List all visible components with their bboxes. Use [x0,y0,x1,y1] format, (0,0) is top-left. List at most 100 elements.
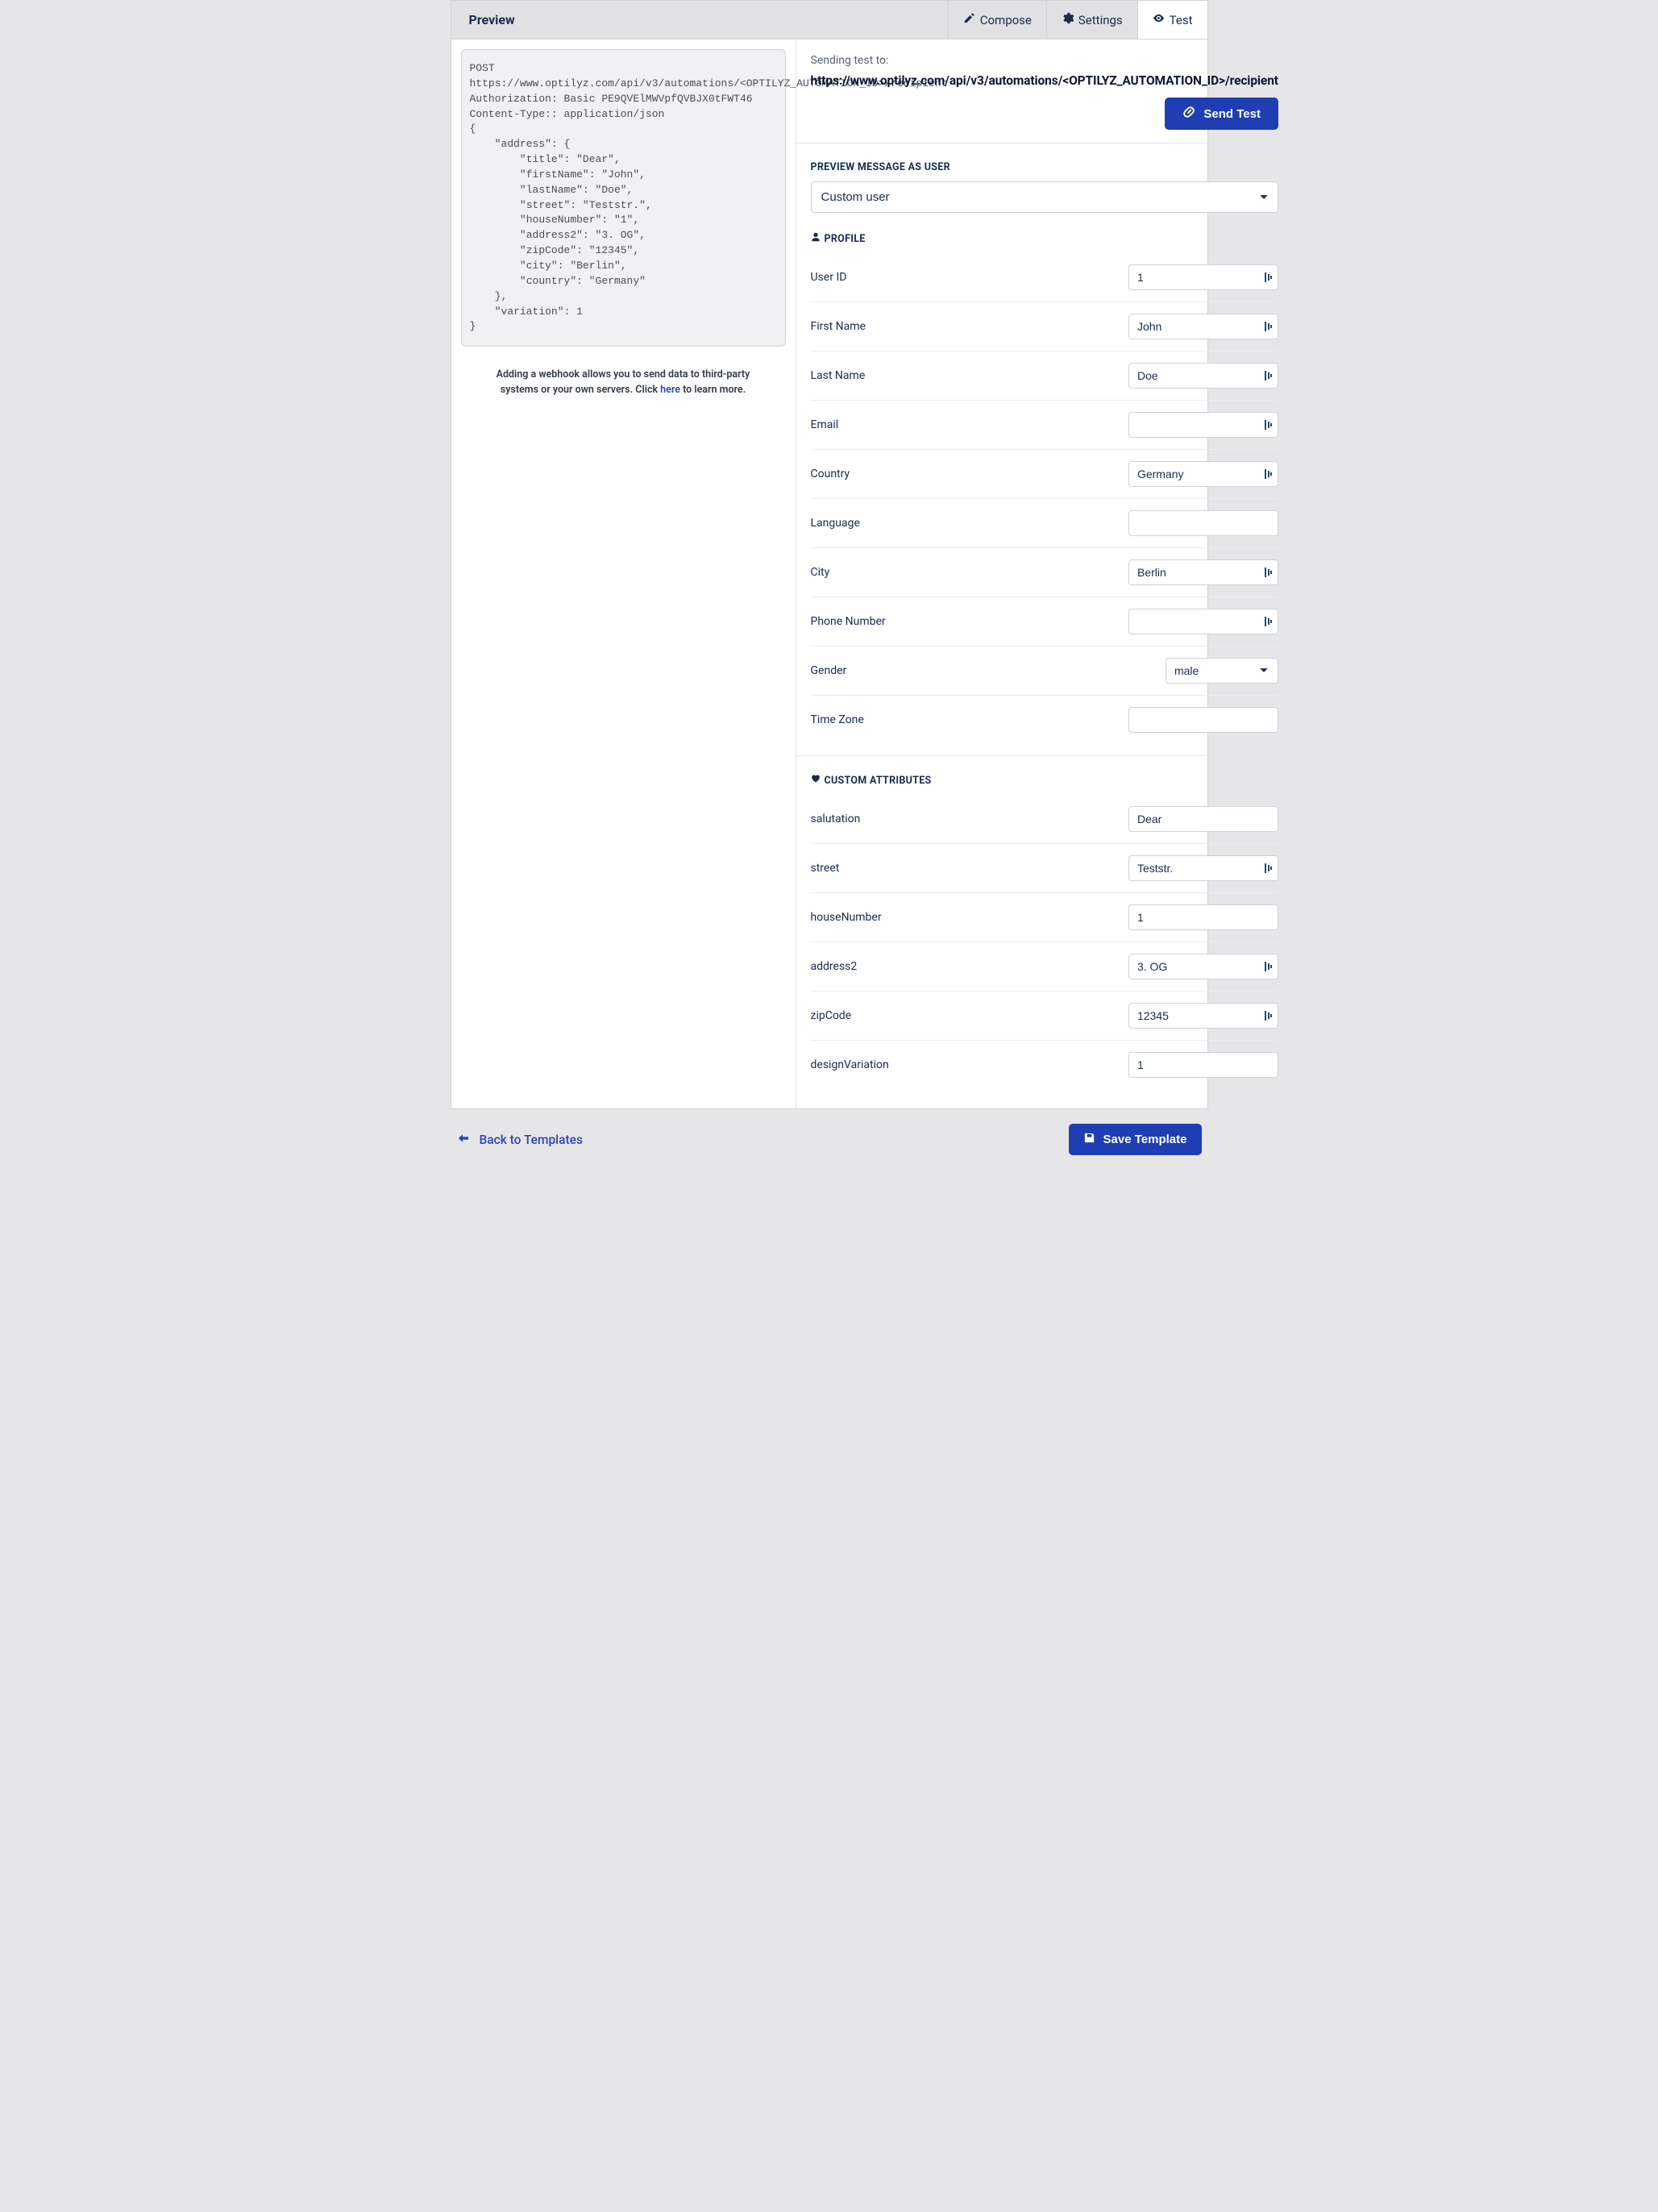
input-country[interactable] [1128,461,1278,487]
input-wrap-last-name [1128,363,1278,389]
field-design-variation: designVariation [811,1041,1278,1089]
label-design-variation: designVariation [811,1058,889,1071]
input-wrap-user-id [1128,264,1278,290]
input-user-id[interactable] [1128,264,1278,290]
custom-title-label: CUSTOM ATTRIBUTES [825,775,932,787]
field-house-number: houseNumber [811,893,1278,942]
label-timezone: Time Zone [811,713,864,726]
label-email: Email [811,418,839,431]
content: POST https://www.optilyz.com/api/v3/auto… [451,40,1208,1109]
input-design-variation[interactable] [1128,1052,1278,1078]
profile-section: PROFILE User ID First Name [796,224,1293,755]
select-gender-input[interactable]: male [1166,658,1278,684]
send-test-url: https://www.optilyz.com/api/v3/automatio… [811,73,1278,88]
webhook-hint: Adding a webhook allows you to send data… [461,368,786,398]
label-language: Language [811,517,860,530]
page-title: Preview [451,1,948,39]
input-salutation[interactable] [1128,806,1278,832]
input-city[interactable] [1128,559,1278,585]
input-phone[interactable] [1128,609,1278,634]
label-last-name: Last Name [811,369,866,382]
input-zipcode[interactable] [1128,1003,1278,1029]
field-city: City [811,548,1278,597]
custom-title: CUSTOM ATTRIBUTES [811,774,1278,787]
preview-user-section: PREVIEW MESSAGE AS USER Custom user [796,143,1293,224]
back-to-templates-link[interactable]: Back to Templates [457,1132,583,1148]
input-language[interactable] [1128,510,1278,536]
merge-icon [1265,272,1272,282]
field-first-name: First Name [811,302,1278,351]
label-user-id: User ID [811,271,847,284]
input-house-number[interactable] [1128,904,1278,930]
field-user-id: User ID [811,253,1278,302]
label-city: City [811,566,830,579]
field-phone: Phone Number [811,597,1278,647]
field-email: Email [811,401,1278,450]
input-wrap-city [1128,559,1278,585]
link-icon [1182,106,1195,122]
merge-icon [1265,469,1272,479]
tabs: Compose Settings Test [948,1,1207,39]
profile-title: PROFILE [811,232,1278,245]
label-first-name: First Name [811,320,866,333]
preview-user-title: PREVIEW MESSAGE AS USER [811,161,1278,173]
tab-settings[interactable]: Settings [1046,1,1137,39]
input-address2[interactable] [1128,954,1278,979]
input-wrap-design-variation [1128,1052,1278,1078]
merge-icon [1265,1011,1272,1021]
label-country: Country [811,468,850,480]
send-test-label: Sending test to: [811,54,1278,67]
input-timezone[interactable] [1128,707,1278,733]
custom-attributes-section: CUSTOM ATTRIBUTES salutation street [796,755,1293,1108]
profile-title-label: PROFILE [825,233,866,245]
tab-compose[interactable]: Compose [948,1,1046,39]
merge-icon [1265,617,1272,626]
hint-suffix: to learn more. [680,384,746,396]
send-test-button-label: Send Test [1203,107,1261,121]
merge-icon [1265,962,1272,971]
merge-icon [1265,568,1272,577]
label-gender: Gender [811,664,847,677]
arrow-left-icon [457,1132,470,1148]
input-last-name[interactable] [1128,363,1278,389]
pencil-icon [963,12,975,27]
field-last-name: Last Name [811,351,1278,401]
input-wrap-address2 [1128,954,1278,979]
field-zipcode: zipCode [811,992,1278,1041]
tab-test[interactable]: Test [1137,1,1207,39]
merge-icon [1265,322,1272,331]
label-salutation: salutation [811,813,861,825]
label-phone: Phone Number [811,615,886,628]
input-first-name[interactable] [1128,314,1278,339]
preview-user-select[interactable]: Custom user [811,181,1278,213]
hint-link[interactable]: here [660,384,680,396]
merge-icon [1265,371,1272,380]
field-country: Country [811,450,1278,499]
input-wrap-zipcode [1128,1003,1278,1029]
tab-test-label: Test [1170,13,1193,27]
merge-icon [1265,420,1272,430]
field-language: Language [811,499,1278,548]
save-label: Save Template [1103,1133,1187,1146]
send-test-button[interactable]: Send Test [1165,98,1278,130]
field-salutation: salutation [811,795,1278,844]
heart-icon [811,774,821,787]
input-wrap-house-number [1128,904,1278,930]
save-template-button[interactable]: Save Template [1069,1124,1202,1155]
input-wrap-country [1128,461,1278,487]
input-wrap-first-name [1128,314,1278,339]
input-email[interactable] [1128,412,1278,438]
field-gender: Gender male [811,647,1278,696]
input-street[interactable] [1128,855,1278,881]
field-address2: address2 [811,942,1278,992]
left-panel: POST https://www.optilyz.com/api/v3/auto… [451,40,796,1108]
gear-icon [1062,12,1074,27]
input-wrap-salutation [1128,806,1278,832]
preview-user-select-input[interactable]: Custom user [811,181,1278,213]
topbar: Preview Compose Settings Test [451,0,1208,40]
input-wrap-email [1128,412,1278,438]
label-address2: address2 [811,960,858,973]
label-house-number: houseNumber [811,911,882,924]
select-gender[interactable]: male [1166,658,1278,684]
tab-compose-label: Compose [980,13,1032,27]
